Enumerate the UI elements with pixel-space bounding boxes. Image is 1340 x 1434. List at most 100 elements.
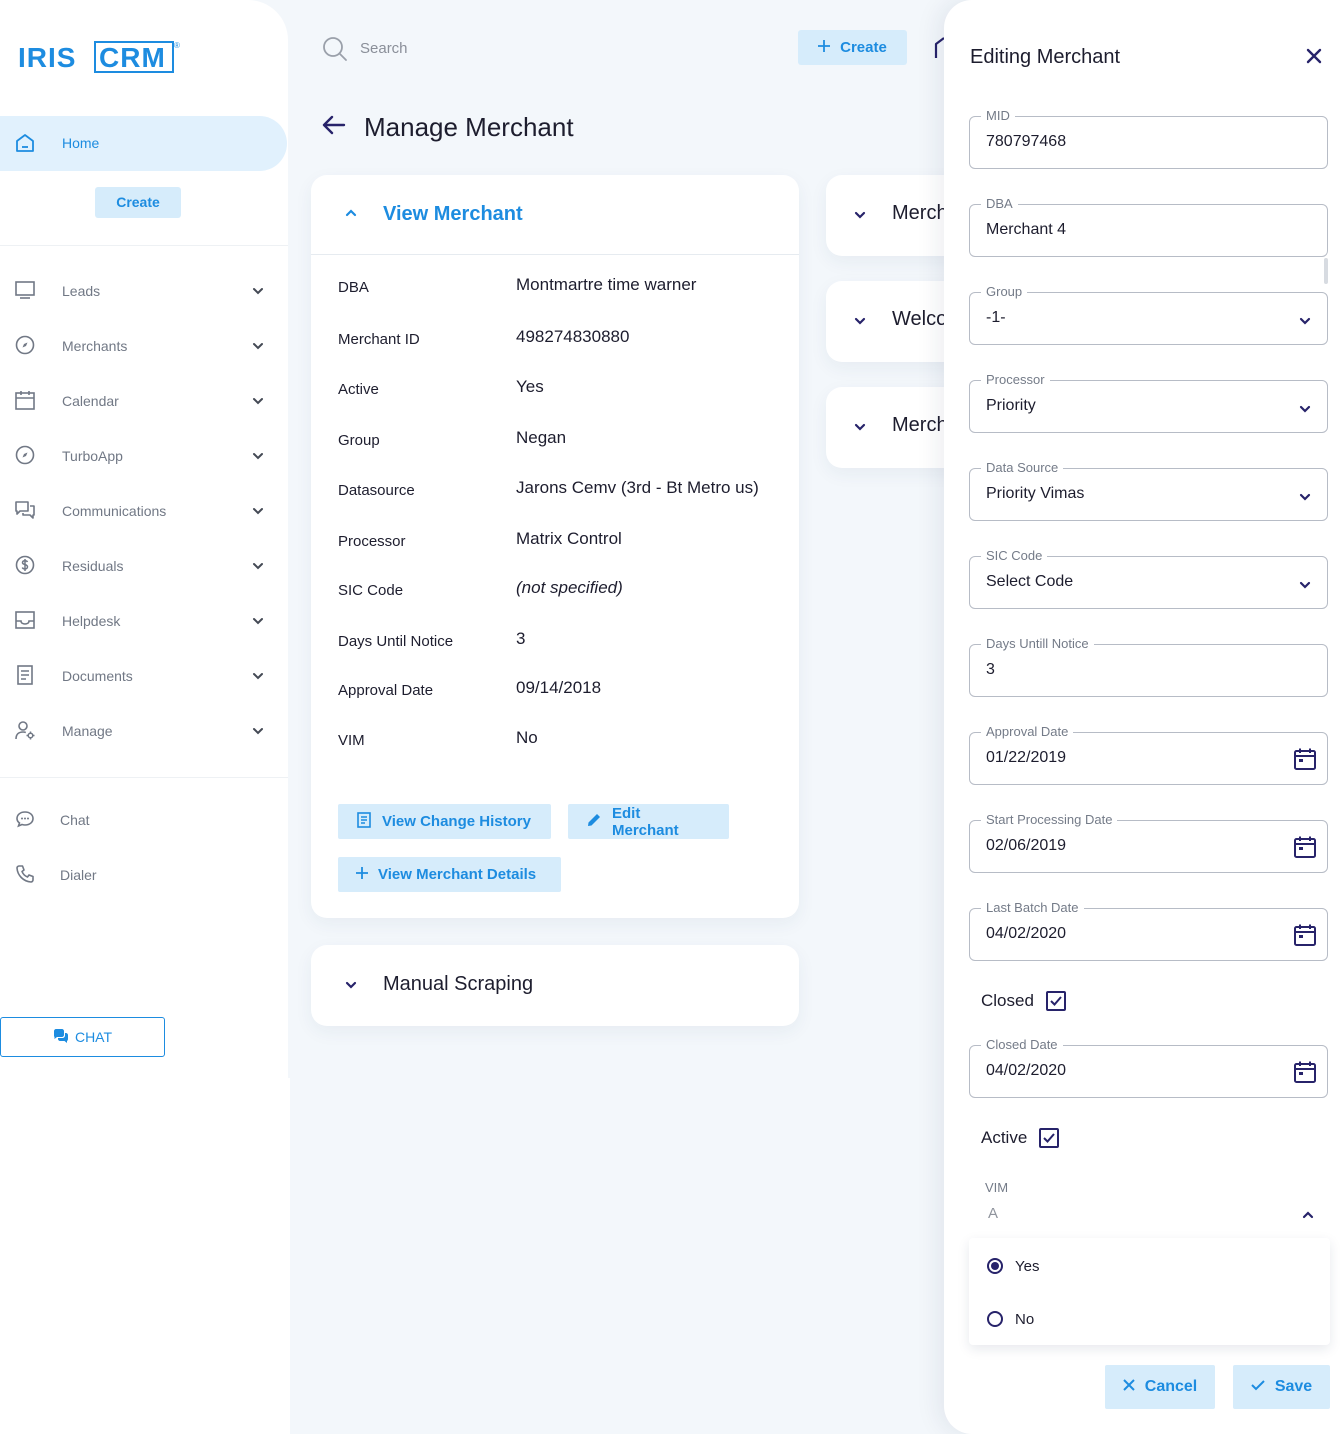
field-label: MID [981, 108, 1015, 123]
chevron-down-icon[interactable] [252, 283, 264, 301]
chat-button[interactable]: CHAT [0, 1017, 165, 1057]
closed-checkbox[interactable] [1045, 991, 1066, 1011]
chevron-down-icon[interactable] [252, 668, 264, 686]
sidebar-item-dialer[interactable]: Dialer [0, 855, 288, 895]
detail-row: Days Until Notice 3 [338, 629, 788, 653]
detail-row: Approval Date 09/14/2018 [338, 678, 788, 702]
chevron-down-icon[interactable] [252, 503, 264, 521]
detail-value: Matrix Control [516, 529, 622, 548]
sidebar-item-residuals[interactable]: Residuals [0, 546, 288, 586]
card-title: Manual Scraping [383, 973, 534, 995]
vim-select-value[interactable]: A [988, 1205, 998, 1222]
sidebar-item-leads[interactable]: Leads [0, 271, 288, 311]
chevron-down-icon[interactable] [1299, 577, 1311, 595]
field-label: Processor [981, 372, 1050, 387]
dba-field[interactable]: DBA Merchant 4 [969, 196, 1328, 257]
search-input[interactable] [360, 36, 740, 60]
detail-value: Negan [516, 428, 567, 447]
chevron-down-icon[interactable] [252, 393, 264, 411]
chevron-down-icon[interactable] [252, 558, 264, 576]
calendar-icon[interactable] [1293, 923, 1317, 952]
field-value: -1- [986, 309, 1006, 326]
sidebar-item-label: Home [62, 135, 100, 151]
view-merchant-details-button[interactable]: View Merchant Details [338, 857, 561, 892]
compass-icon [14, 444, 36, 471]
active-checkbox-row[interactable]: Active [981, 1125, 1060, 1151]
sidebar-item-chat[interactable]: Chat [0, 800, 288, 840]
processor-field[interactable]: Processor Priority [969, 372, 1328, 433]
chevron-up-icon[interactable] [1302, 1207, 1314, 1225]
chevron-down-icon[interactable] [854, 207, 866, 225]
save-button[interactable]: Save [1233, 1365, 1330, 1409]
sidebar-item-documents[interactable]: Documents [0, 656, 288, 696]
iris-crm-logo[interactable]: IRIS CRM ® [18, 40, 183, 74]
plus-icon [356, 866, 368, 883]
approval-date-field[interactable]: Approval Date 01/22/2019 [969, 724, 1328, 785]
chevron-down-icon[interactable] [1299, 401, 1311, 419]
chevron-down-icon[interactable] [854, 313, 866, 331]
group-field[interactable]: Group -1- [969, 284, 1328, 345]
vim-option-yes[interactable]: Yes [987, 1254, 1039, 1278]
page-title: Manage Merchant [364, 112, 574, 142]
detail-value: Jarons Cemv (3rd - Bt Metro us) [516, 478, 759, 497]
calendar-icon [14, 389, 36, 416]
sidebar-item-turboapp[interactable]: TurboApp [0, 436, 288, 476]
sidebar-create-button[interactable]: Create [95, 187, 181, 218]
data-source-field[interactable]: Data Source Priority Vimas [969, 460, 1328, 521]
start-processing-date-field[interactable]: Start Processing Date 02/06/2019 [969, 812, 1328, 873]
field-label: Group [981, 284, 1028, 299]
detail-label: Group [338, 432, 380, 449]
card-title: View Merchant [383, 203, 523, 225]
calendar-icon[interactable] [1293, 1060, 1317, 1089]
closed-checkbox-row[interactable]: Closed [981, 988, 1066, 1014]
card-title: Welco [892, 308, 948, 330]
detail-row: Processor Matrix Control [338, 529, 788, 553]
chevron-down-icon[interactable] [252, 613, 264, 631]
view-merchant-header[interactable]: View Merchant [311, 175, 799, 255]
view-change-history-button[interactable]: View Change History [338, 804, 551, 839]
sidebar-item-merchants[interactable]: Merchants [0, 326, 288, 366]
chevron-down-icon[interactable] [854, 419, 866, 437]
back-arrow-icon[interactable] [322, 115, 346, 140]
chevron-down-icon[interactable] [1299, 489, 1311, 507]
chat-bubbles-icon [53, 1028, 69, 1046]
svg-text:IRIS: IRIS [18, 42, 76, 73]
detail-label: Merchant ID [338, 331, 420, 348]
manual-scraping-card[interactable]: Manual Scraping [311, 945, 799, 1026]
chevron-up-icon[interactable] [345, 205, 357, 223]
sidebar-item-calendar[interactable]: Calendar [0, 381, 288, 421]
speech-bubble-icon [14, 808, 36, 835]
mid-field[interactable]: MID 780797468 [969, 108, 1328, 169]
chevron-down-icon[interactable] [252, 448, 264, 466]
calendar-icon[interactable] [1293, 747, 1317, 776]
cancel-button[interactable]: Cancel [1105, 1365, 1215, 1409]
close-icon[interactable] [1306, 48, 1322, 69]
sic-code-field[interactable]: SIC Code Select Code [969, 548, 1328, 609]
chevron-down-icon[interactable] [1299, 313, 1311, 331]
last-batch-date-field[interactable]: Last Batch Date 04/02/2020 [969, 900, 1328, 961]
top-create-button[interactable]: Create [798, 30, 907, 65]
calendar-icon[interactable] [1293, 835, 1317, 864]
active-checkbox[interactable] [1039, 1128, 1060, 1148]
sidebar-item-manage[interactable]: Manage [0, 711, 288, 751]
inbox-icon [14, 609, 36, 636]
vim-label: VIM [985, 1180, 1009, 1195]
field-value: 04/02/2020 [986, 1062, 1067, 1079]
radio-selected-icon[interactable] [987, 1258, 1003, 1274]
chevron-down-icon[interactable] [252, 723, 264, 741]
sidebar-item-helpdesk[interactable]: Helpdesk [0, 601, 288, 641]
close-icon [1123, 1378, 1135, 1396]
scrollbar[interactable] [1324, 258, 1328, 284]
sidebar-item-home[interactable]: Home [0, 116, 287, 171]
radio-empty-icon[interactable] [987, 1311, 1003, 1327]
days-untill-notice-field[interactable]: Days Untill Notice 3 [969, 636, 1328, 697]
sidebar: IRIS CRM ® Home Create Leads Merchants Cal… [0, 0, 288, 1078]
chevron-down-icon[interactable] [345, 977, 357, 995]
sidebar-item-communications[interactable]: Communications [0, 491, 288, 531]
edit-merchant-button[interactable]: Edit Merchant [568, 804, 729, 839]
vim-option-no[interactable]: No [987, 1307, 1034, 1331]
closed-date-field[interactable]: Closed Date 04/02/2020 [969, 1037, 1328, 1098]
checkmark-icon [1251, 1378, 1265, 1396]
button-label: View Change History [382, 813, 531, 830]
chevron-down-icon[interactable] [252, 338, 264, 356]
